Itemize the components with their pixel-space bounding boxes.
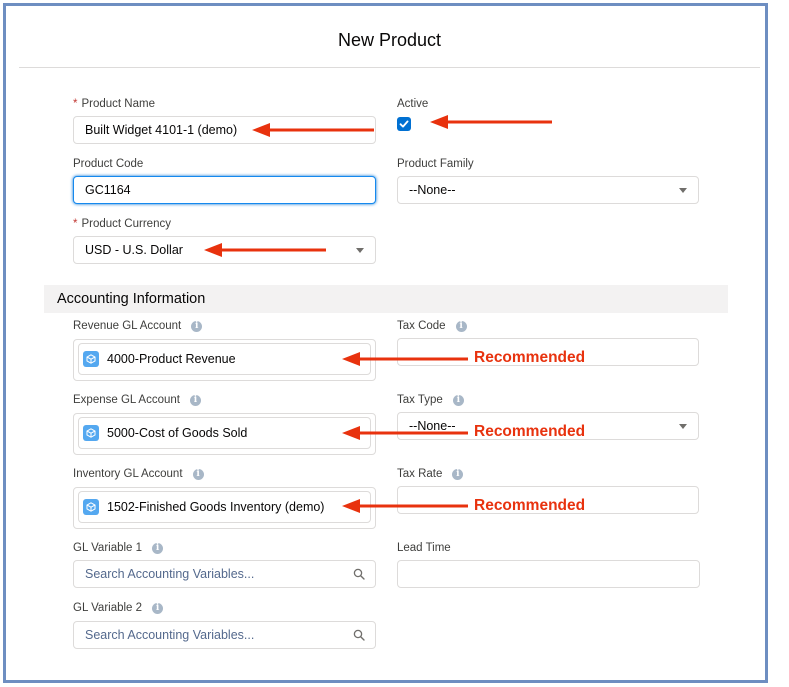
gl-variable-2-label: GL Variable 2 i [73,602,164,614]
expense-gl-pill[interactable]: 5000-Cost of Goods Sold [78,417,371,449]
cube-icon [83,499,99,515]
revenue-gl-label: Revenue GL Account i [73,320,203,332]
chevron-down-icon [356,248,364,253]
product-code-input[interactable]: GC1164 [73,176,376,204]
modal-header: New Product [19,6,760,68]
inventory-gl-lookup[interactable]: 1502-Finished Goods Inventory (demo) [73,487,376,529]
inventory-gl-label: Inventory GL Account i [73,468,204,480]
cube-icon [83,351,99,367]
active-label: Active [397,98,429,110]
annotation-arrow [342,499,468,513]
required-marker: * [73,218,78,230]
modal-title: New Product [337,30,442,50]
search-icon [353,568,365,580]
annotation-arrow [342,426,468,440]
annotation-arrow [252,123,374,137]
info-icon[interactable]: i [152,602,164,614]
info-icon[interactable]: i [189,394,201,406]
tax-code-label: Tax Code i [397,320,467,332]
modal-frame: New Product * Product Name Built Widget … [3,3,768,683]
checkmark-icon [399,120,409,128]
info-icon[interactable]: i [452,468,464,480]
info-icon[interactable]: i [192,468,204,480]
search-icon [353,629,365,641]
expense-gl-label: Expense GL Account i [73,394,201,406]
gl-variable-1-label: GL Variable 1 i [73,542,164,554]
chevron-down-icon [679,424,687,429]
gl-variable-2-search[interactable]: Search Accounting Variables... [73,621,376,649]
tax-rate-label: Tax Rate i [397,468,464,480]
recommended-annotation: Recommended [474,497,586,514]
lead-time-input[interactable] [397,560,700,588]
info-icon[interactable]: i [152,542,164,554]
active-checkbox[interactable] [397,117,411,131]
accounting-section-header[interactable]: Accounting Information [44,285,728,313]
product-family-select[interactable]: --None-- [397,176,699,204]
revenue-gl-lookup[interactable]: 4000-Product Revenue [73,339,376,381]
inventory-gl-pill[interactable]: 1502-Finished Goods Inventory (demo) [78,491,371,523]
product-currency-label: * Product Currency [73,218,171,230]
annotation-arrow [430,115,552,129]
info-icon[interactable]: i [191,320,203,332]
tax-type-label: Tax Type i [397,394,464,406]
recommended-annotation: Recommended [474,349,586,366]
annotation-arrow [204,243,326,257]
chevron-down-icon [679,188,687,193]
gl-variable-1-search[interactable]: Search Accounting Variables... [73,560,376,588]
required-marker: * [73,98,78,110]
recommended-annotation: Recommended [474,423,586,440]
info-icon[interactable]: i [452,394,464,406]
lead-time-label: Lead Time [397,542,451,554]
expense-gl-lookup[interactable]: 5000-Cost of Goods Sold [73,413,376,455]
product-code-label: Product Code [73,158,144,170]
info-icon[interactable]: i [455,320,467,332]
product-family-label: Product Family [397,158,474,170]
revenue-gl-pill[interactable]: 4000-Product Revenue [78,343,371,375]
cube-icon [83,425,99,441]
annotation-arrow [342,352,468,366]
product-name-label: * Product Name [73,98,155,110]
